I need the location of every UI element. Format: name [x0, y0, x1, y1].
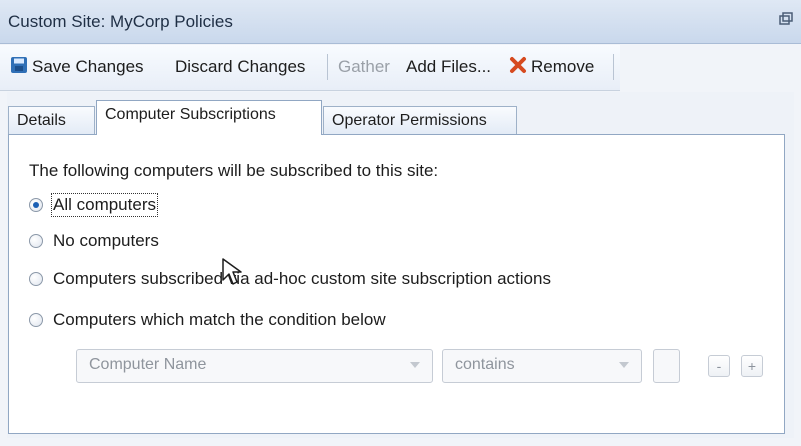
gather-button[interactable]: Gather: [338, 56, 390, 78]
mouse-pointer-icon: [221, 257, 245, 292]
restore-window-icon[interactable]: [779, 12, 795, 28]
custom-site-window: Custom Site: MyCorp Policies Save Change…: [0, 0, 801, 446]
all-computers-label: All computers: [51, 193, 158, 217]
toolbar: Save Changes Discard Changes Gather Add …: [0, 45, 620, 91]
no-computers-option[interactable]: No computers: [29, 229, 159, 253]
add-files-button[interactable]: Add Files...: [406, 56, 491, 78]
computer-subscriptions-panel: The following computers will be subscrib…: [8, 134, 785, 434]
chevron-down-icon: [619, 362, 629, 368]
save-changes-button[interactable]: Save Changes: [10, 56, 144, 78]
save-changes-label: Save Changes: [32, 57, 144, 76]
all-computers-option[interactable]: All computers: [29, 193, 158, 217]
remove-icon: [509, 56, 527, 79]
no-computers-label: No computers: [53, 231, 159, 250]
add-condition-button[interactable]: +: [741, 355, 763, 377]
gather-label: Gather: [338, 57, 390, 76]
remove-label: Remove: [531, 57, 595, 76]
remove-condition-button[interactable]: -: [708, 355, 730, 377]
condition-value-input[interactable]: [653, 349, 680, 383]
tab-computer-subscriptions[interactable]: Computer Subscriptions: [96, 100, 322, 135]
subscription-intro: The following computers will be subscrib…: [29, 161, 439, 180]
adhoc-subscription-option[interactable]: Computers subscribed via ad-hoc custom s…: [29, 267, 551, 291]
condition-match-radio[interactable]: [29, 313, 43, 327]
chevron-down-icon: [410, 362, 420, 368]
toolbar-divider: [327, 54, 328, 80]
discard-changes-button[interactable]: Discard Changes: [175, 56, 305, 78]
tab-details[interactable]: Details: [8, 106, 95, 134]
condition-operator-select[interactable]: contains: [442, 349, 642, 383]
window-title: Custom Site: MyCorp Policies: [8, 12, 233, 31]
remove-button[interactable]: Remove: [509, 56, 594, 78]
condition-field-select[interactable]: Computer Name: [76, 349, 433, 383]
save-icon: [10, 56, 28, 79]
condition-operator-value: contains: [455, 356, 515, 373]
condition-match-label: Computers which match the condition belo…: [53, 310, 386, 329]
no-computers-radio[interactable]: [29, 234, 43, 248]
condition-match-option[interactable]: Computers which match the condition belo…: [29, 308, 386, 332]
title-bar: Custom Site: MyCorp Policies: [0, 0, 801, 44]
tab-operator-permissions[interactable]: Operator Permissions: [323, 106, 517, 134]
toolbar-divider: [613, 54, 614, 80]
adhoc-subscription-label: Computers subscribed via ad-hoc custom s…: [53, 269, 551, 288]
all-computers-radio[interactable]: [29, 198, 43, 212]
discard-changes-label: Discard Changes: [175, 57, 306, 76]
condition-field-value: Computer Name: [89, 356, 207, 373]
add-files-label: Add Files...: [406, 57, 492, 76]
adhoc-subscription-radio[interactable]: [29, 272, 43, 286]
